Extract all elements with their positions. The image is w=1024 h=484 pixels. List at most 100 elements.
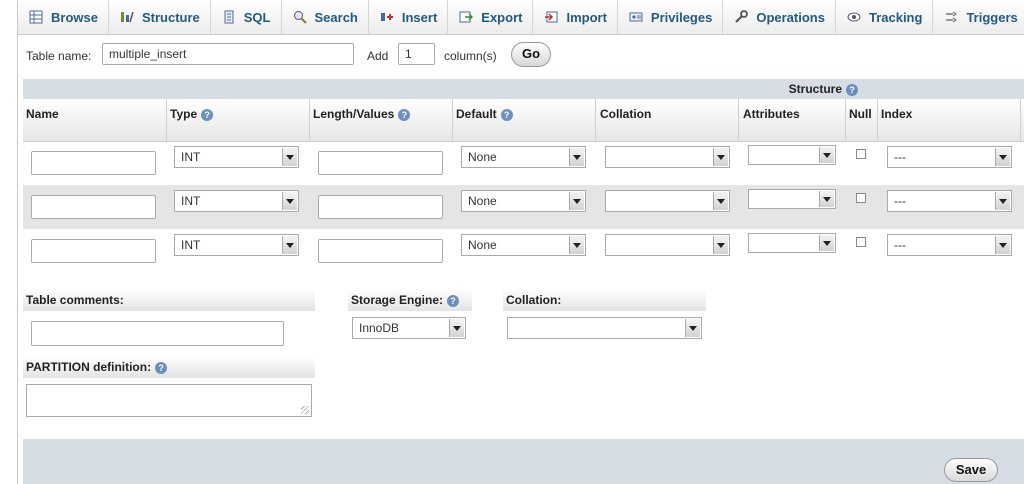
default-value: None xyxy=(468,194,497,208)
chevron-down-icon xyxy=(995,192,1010,210)
chevron-down-icon xyxy=(819,191,834,207)
collation-select[interactable] xyxy=(605,190,730,212)
tab-operations[interactable]: Operations xyxy=(723,0,836,34)
tab-insert[interactable]: Insert xyxy=(369,0,449,34)
export-icon xyxy=(458,9,474,25)
col-header-attributes: Attributes xyxy=(743,107,800,121)
col-header-type: Type? xyxy=(170,107,214,121)
tab-structure[interactable]: Structure xyxy=(109,0,211,34)
column-name-input[interactable] xyxy=(31,195,156,219)
table-row: INT None --- xyxy=(23,229,1024,273)
tab-search[interactable]: Search xyxy=(282,0,369,34)
help-icon[interactable]: ? xyxy=(155,361,168,374)
storage-engine-select[interactable]: InnoDB xyxy=(352,317,466,339)
chevron-down-icon xyxy=(713,192,728,210)
tab-label: Browse xyxy=(51,9,98,25)
null-checkbox[interactable] xyxy=(856,149,866,159)
col-header-length: Length/Values? xyxy=(313,107,411,121)
index-select[interactable]: --- xyxy=(887,234,1012,256)
type-value: INT xyxy=(181,194,201,208)
left-panel-edge xyxy=(0,0,18,484)
partition-definition-textarea[interactable] xyxy=(26,384,312,417)
table-name-label: Table name: xyxy=(26,49,92,63)
collation-select[interactable] xyxy=(605,234,730,256)
columns-unit-label: column(s) xyxy=(444,49,497,63)
table-name-input[interactable]: multiple_insert xyxy=(102,43,354,65)
table-name-row: Table name: multiple_insert Add 1 column… xyxy=(18,34,1024,78)
tab-triggers[interactable]: Triggers xyxy=(933,0,1024,34)
footer-bar: Save xyxy=(23,439,1024,484)
column-divider xyxy=(738,99,739,141)
index-select[interactable]: --- xyxy=(887,146,1012,168)
tab-label: Insert xyxy=(401,9,438,25)
chevron-down-icon xyxy=(569,148,584,166)
collation-select[interactable] xyxy=(605,146,730,168)
length-values-input[interactable] xyxy=(318,151,443,175)
table-row: INT None --- xyxy=(23,185,1024,229)
add-column-count-input[interactable]: 1 xyxy=(398,43,435,65)
storage-engine-header: Storage Engine:? xyxy=(348,289,472,311)
tab-label: Tracking xyxy=(868,9,923,25)
partition-header: PARTITION definition:? xyxy=(23,356,315,378)
tab-label: Triggers xyxy=(966,9,1018,25)
column-name-input[interactable] xyxy=(31,151,156,175)
table-collation-select[interactable] xyxy=(507,317,702,339)
col-header-default: Default? xyxy=(456,107,513,121)
column-header-row: Name Type? Length/Values? Default? Colla… xyxy=(23,99,1024,142)
null-checkbox[interactable] xyxy=(856,193,866,203)
search-icon xyxy=(292,9,308,25)
default-select[interactable]: None xyxy=(461,190,586,212)
table-comments-header: Table comments: xyxy=(23,289,315,311)
tab-bar: Browse Structure SQL Search Insert Expor… xyxy=(18,0,1024,35)
chevron-down-icon xyxy=(819,235,834,251)
tab-label: Import xyxy=(566,9,607,25)
sql-icon xyxy=(221,9,237,25)
help-icon[interactable]: ? xyxy=(846,83,858,96)
tab-label: Structure xyxy=(141,9,200,25)
tab-sql[interactable]: SQL xyxy=(211,0,282,34)
type-value: INT xyxy=(181,150,201,164)
triggers-icon xyxy=(943,9,959,25)
chevron-down-icon xyxy=(449,319,464,337)
default-value: None xyxy=(468,150,497,164)
length-values-input[interactable] xyxy=(318,195,443,219)
operations-icon xyxy=(733,9,749,25)
tab-import[interactable]: Import xyxy=(533,0,618,34)
tab-browse[interactable]: Browse xyxy=(18,0,109,34)
length-values-input[interactable] xyxy=(318,239,443,263)
chevron-down-icon xyxy=(819,147,834,163)
resize-grip-icon[interactable] xyxy=(301,406,309,414)
type-select[interactable]: INT xyxy=(174,146,299,168)
attributes-select[interactable] xyxy=(748,233,836,253)
chevron-down-icon xyxy=(282,192,297,210)
type-select[interactable]: INT xyxy=(174,190,299,212)
column-divider xyxy=(595,99,596,141)
table-comments-input[interactable] xyxy=(31,321,284,346)
null-checkbox[interactable] xyxy=(856,237,866,247)
default-select[interactable]: None xyxy=(461,146,586,168)
tab-privileges[interactable]: Privileges xyxy=(618,0,724,34)
save-button[interactable]: Save xyxy=(944,458,998,482)
column-divider xyxy=(877,99,878,141)
browse-icon xyxy=(28,9,44,25)
default-select[interactable]: None xyxy=(461,234,586,256)
col-header-collation: Collation xyxy=(600,107,652,121)
phpmyadmin-create-table: Browse Structure SQL Search Insert Expor… xyxy=(0,0,1024,484)
attributes-select[interactable] xyxy=(748,145,836,165)
help-icon[interactable]: ? xyxy=(201,108,214,121)
col-header-length-text: Length/Values xyxy=(313,107,395,121)
import-icon xyxy=(543,9,559,25)
tab-export[interactable]: Export xyxy=(448,0,534,34)
tab-tracking[interactable]: Tracking xyxy=(836,0,934,34)
go-button[interactable]: Go xyxy=(511,42,551,67)
index-select[interactable]: --- xyxy=(887,190,1012,212)
chevron-down-icon xyxy=(282,148,297,166)
storage-engine-value: InnoDB xyxy=(359,321,400,335)
col-header-type-text: Type xyxy=(170,107,198,121)
help-icon[interactable]: ? xyxy=(398,108,411,121)
column-name-input[interactable] xyxy=(31,239,156,263)
type-select[interactable]: INT xyxy=(174,234,299,256)
attributes-select[interactable] xyxy=(748,189,836,209)
help-icon[interactable]: ? xyxy=(500,108,513,121)
help-icon[interactable]: ? xyxy=(447,294,460,307)
